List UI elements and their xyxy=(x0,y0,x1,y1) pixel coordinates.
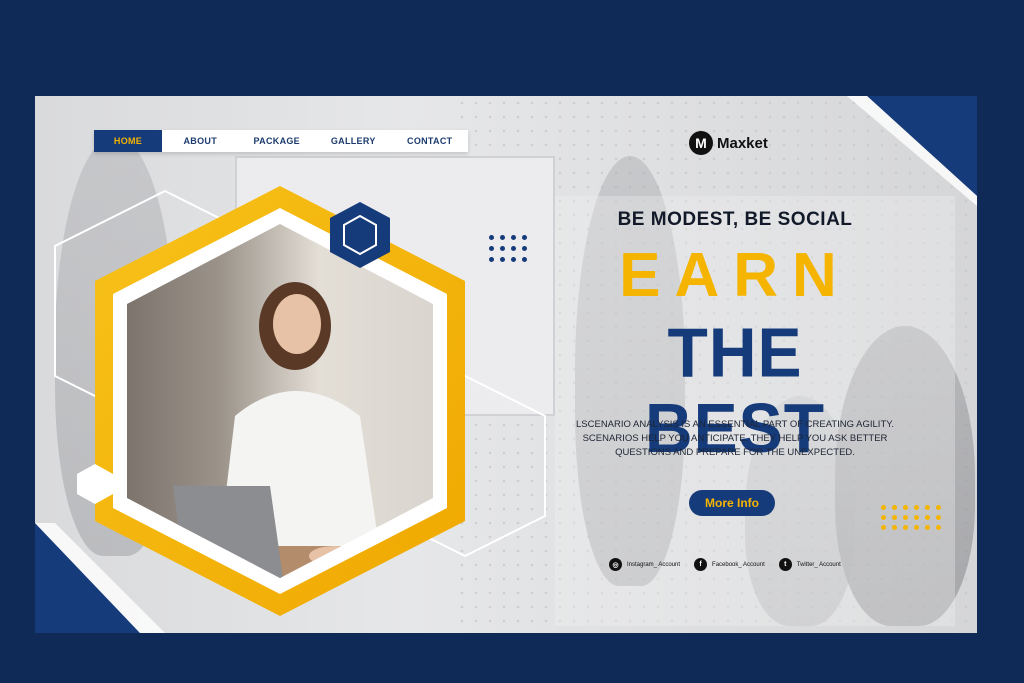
logo-mark-icon: M xyxy=(689,131,713,155)
social-twitter-link[interactable]: t Twitter_ Account xyxy=(778,558,841,571)
hero-description: LSCENARIO ANALYSIS IS AN ESSENTIAL PART … xyxy=(576,419,894,458)
nav-item-package[interactable]: PACKAGE xyxy=(239,130,316,152)
facebook-icon: f xyxy=(694,558,708,571)
landing-card: HOME ABOUT PACKAGE GALLERY CONTACT M Max… xyxy=(35,96,977,633)
hero-headline-earn: EARN xyxy=(619,241,851,310)
hero-photo-hexagon xyxy=(95,186,465,616)
social-twitter-label: Twitter_ Account xyxy=(796,561,841,568)
blue-dot-grid xyxy=(489,235,527,262)
social-facebook-label: Facebook_ Account xyxy=(712,561,765,568)
yellow-dot-grid xyxy=(881,505,941,530)
nav-item-home[interactable]: HOME xyxy=(94,130,162,152)
nav-item-contact[interactable]: CONTACT xyxy=(392,130,469,152)
social-instagram-link[interactable]: ◎ Instagram_ Account xyxy=(609,558,680,571)
small-hexagon-icon xyxy=(77,464,113,504)
instagram-icon: ◎ xyxy=(609,558,622,571)
hero-tagline: BE MODEST, BE SOCIAL xyxy=(617,209,853,230)
social-links: ◎ Instagram_ Account f Facebook_ Account… xyxy=(609,558,841,571)
logo-text: Maxket xyxy=(717,134,768,152)
brand-logo[interactable]: M Maxket xyxy=(689,131,768,155)
corner-accent-top-right xyxy=(847,96,977,206)
nav-item-gallery[interactable]: GALLERY xyxy=(315,130,392,152)
top-navigation: HOME ABOUT PACKAGE GALLERY CONTACT xyxy=(94,130,468,152)
nav-item-about[interactable]: ABOUT xyxy=(162,130,239,152)
hexagon-badge-icon xyxy=(330,202,390,268)
more-info-button[interactable]: More Info xyxy=(689,490,775,516)
social-facebook-link[interactable]: f Facebook_ Account xyxy=(694,558,765,571)
twitter-icon: t xyxy=(778,558,792,571)
social-instagram-label: Instagram_ Account xyxy=(627,561,681,568)
